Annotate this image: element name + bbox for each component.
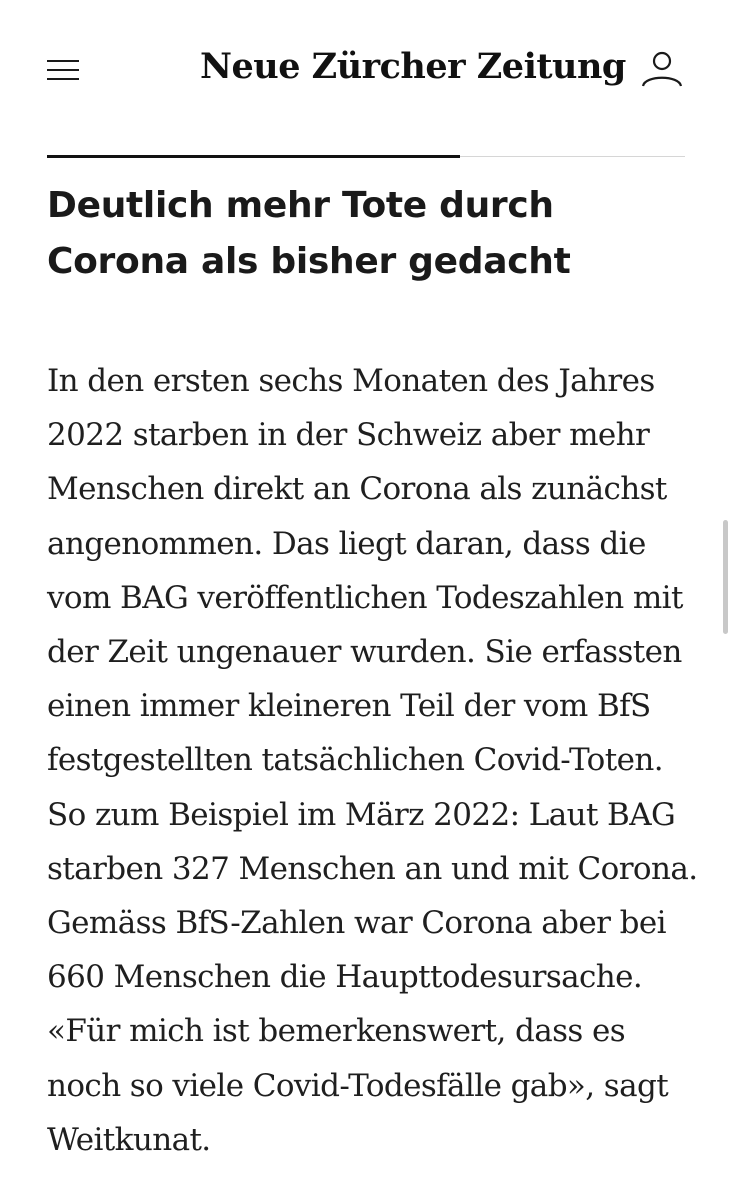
menu-bar bbox=[47, 69, 79, 71]
site-header: Neue Zürcher Zeitung bbox=[0, 0, 732, 150]
scrollbar-thumb[interactable] bbox=[723, 520, 728, 634]
menu-bar bbox=[47, 78, 79, 80]
article-headline: Deutlich mehr Tote durch Corona als bish… bbox=[47, 185, 571, 282]
site-logo[interactable]: Neue Zürcher Zeitung bbox=[200, 46, 626, 87]
user-account-icon[interactable] bbox=[640, 50, 684, 90]
header-divider-accent bbox=[47, 155, 460, 158]
menu-bar bbox=[47, 60, 79, 62]
article-body: In den ersten sechs Monaten des Jahres 2… bbox=[47, 363, 698, 1158]
hamburger-menu-icon[interactable] bbox=[47, 58, 79, 82]
